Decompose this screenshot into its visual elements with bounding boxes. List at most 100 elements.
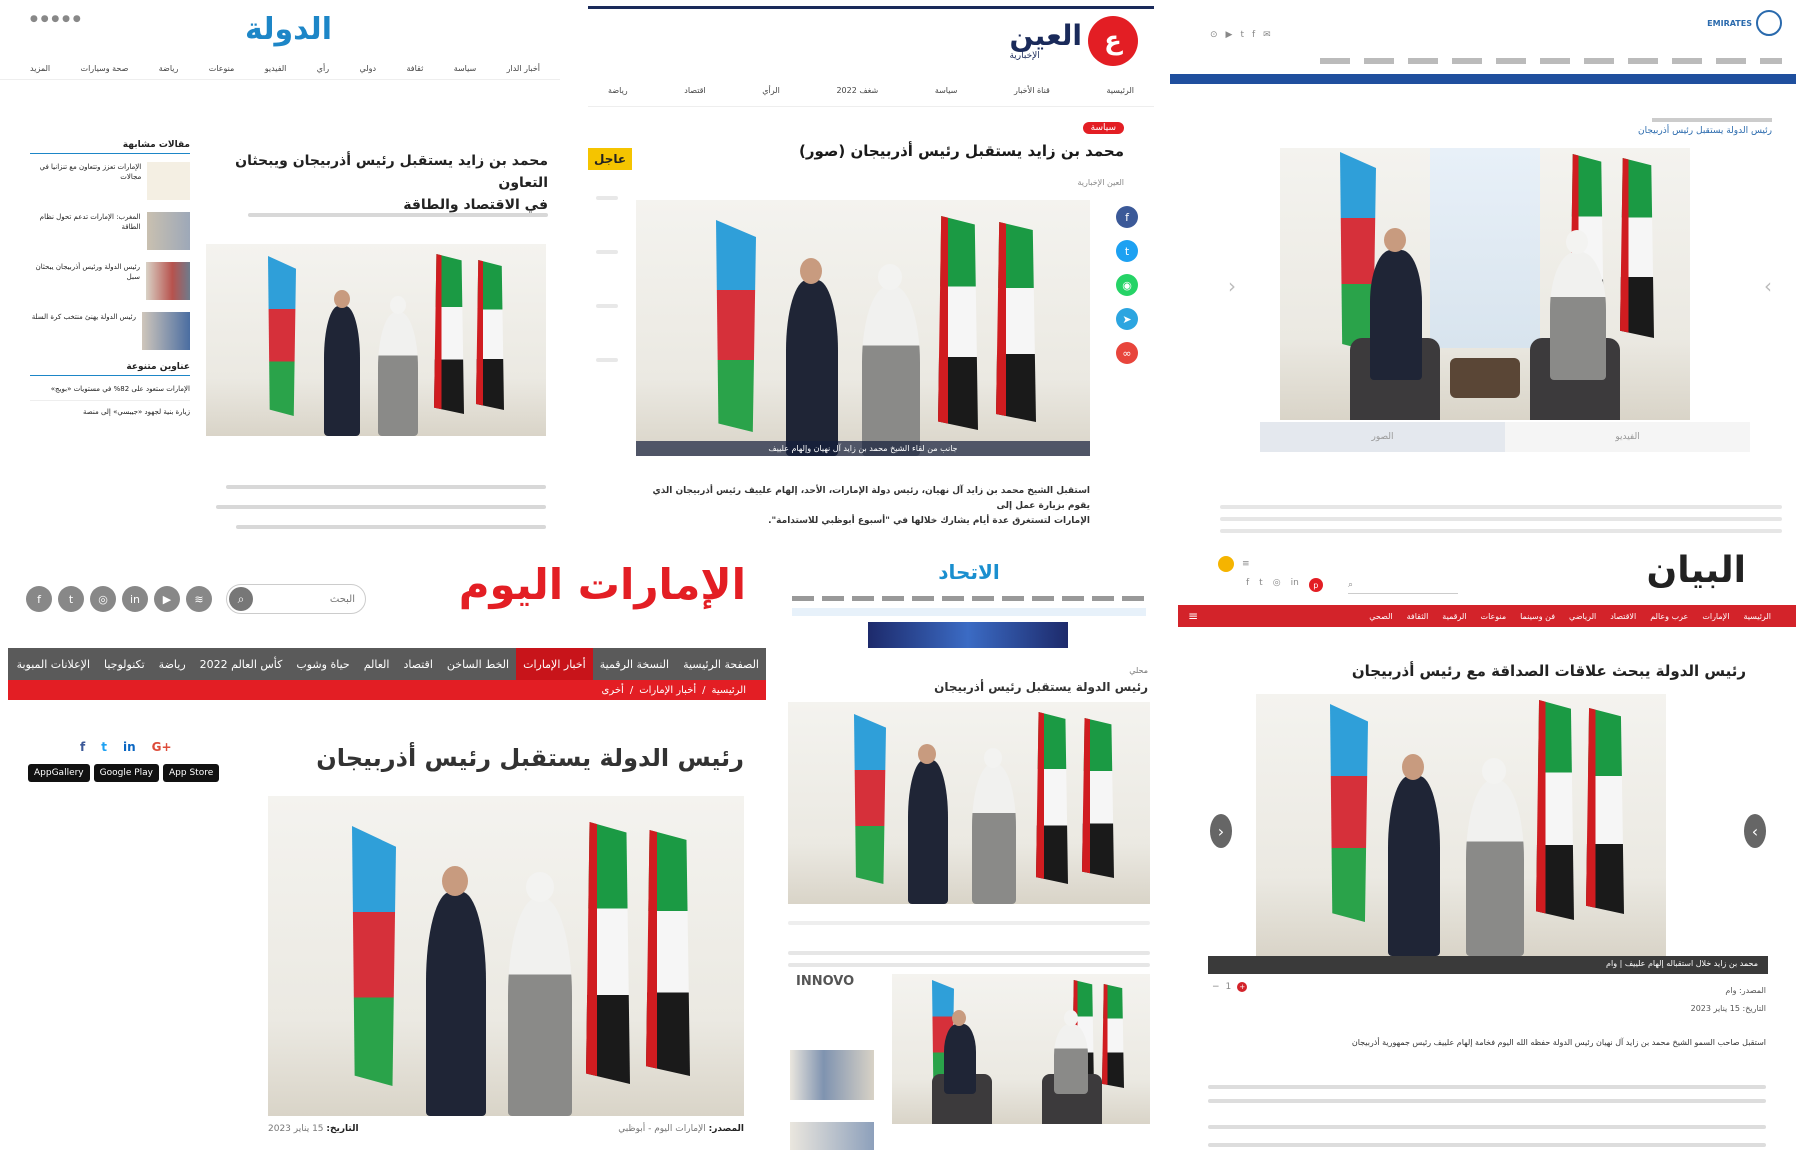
category-badge[interactable]: سياسة (1082, 122, 1124, 134)
site-logo[interactable]: EMIRATES (1707, 10, 1782, 36)
sidebar-item[interactable]: الإمارات تعزز وتتعاون مع تنزانيا في مجال… (30, 162, 190, 200)
nav-item-9[interactable]: الصحي (1362, 612, 1399, 621)
menu-icon[interactable]: ≡ (1242, 559, 1250, 569)
ad-banner[interactable] (868, 622, 1068, 648)
category-label[interactable]: محلي (1129, 666, 1148, 675)
nav-item-3[interactable]: الخط الساخن (440, 648, 516, 680)
nav-item-9[interactable]: تكنولوجيا (97, 648, 152, 680)
twitter-icon[interactable]: t (1116, 240, 1138, 262)
tab-video[interactable]: الفيديو (1505, 422, 1750, 452)
twitter-icon[interactable]: t (101, 740, 107, 754)
side-thumb[interactable] (790, 1122, 874, 1150)
nav-item-1[interactable]: الإمارات (1695, 612, 1736, 621)
rss-icon[interactable]: ≋ (186, 586, 212, 612)
twitter-icon[interactable]: t (1259, 578, 1263, 592)
nav-item-3[interactable]: الاقتصاد (1603, 612, 1643, 621)
linkedin-icon[interactable]: in (123, 740, 136, 754)
search-input[interactable] (255, 585, 355, 613)
font-decrease-icon[interactable]: − (1212, 982, 1220, 992)
nav-item-0[interactable]: الصفحة الرئيسية (676, 648, 766, 680)
breaking-tab[interactable]: عاجل (588, 148, 633, 170)
search-icon[interactable]: ⌕ (229, 587, 253, 611)
nav-item-0[interactable]: أخبار الدار (507, 64, 540, 73)
app-store-button[interactable]: App Store (163, 764, 220, 782)
facebook-icon[interactable]: f (26, 586, 52, 612)
nav-item-6[interactable]: حياة وشوب (289, 648, 356, 680)
youtube-icon[interactable]: ▶ (154, 586, 180, 612)
pinterest-icon[interactable]: p (1308, 578, 1323, 592)
nav-item-7[interactable]: رياضة (159, 64, 179, 73)
link-icon[interactable]: ∞ (1116, 342, 1138, 364)
share-icon[interactable]: ✉ (1263, 30, 1271, 40)
sidebar-item[interactable]: المغرب: الإمارات تدعم تحول نظام الطاقة (30, 212, 190, 250)
nav-item-6[interactable]: رياضة (608, 86, 628, 95)
facebook-icon[interactable]: f (1246, 578, 1249, 592)
twitter-icon[interactable]: t (58, 586, 84, 612)
nav-item-4[interactable]: اقتصاد (396, 648, 439, 680)
nav-item-1[interactable]: سياسة (454, 64, 477, 73)
nav-item-1[interactable]: قناة الأخبار (1014, 86, 1050, 95)
nav-item-7[interactable]: كأس العالم 2022 (193, 648, 290, 680)
nav-item-0[interactable]: الرئيسية (1736, 612, 1778, 621)
nav-item-10[interactable]: الإعلانات المبوبة (10, 648, 97, 680)
nav-item-5[interactable]: العالم (357, 648, 397, 680)
appgallery-button[interactable]: AppGallery (28, 764, 90, 782)
side-thumb[interactable] (790, 1050, 874, 1100)
nav-item-8[interactable]: صحة وسيارات (81, 64, 129, 73)
breadcrumb-item[interactable]: أخبار الإمارات (639, 685, 696, 696)
nav-item-5[interactable]: فن وسينما (1513, 612, 1562, 621)
nav-item-3[interactable]: دولي (360, 64, 377, 73)
nav-item-5[interactable]: الفيديو (265, 64, 287, 73)
search-field[interactable]: ⌕ (1348, 578, 1458, 594)
carousel-prev-icon[interactable]: ‹ (1228, 274, 1236, 298)
sidebar-item[interactable]: رئيس الدولة يهنئ منتخب كرة السلة (30, 312, 190, 350)
sponsor-logo[interactable]: INNOVO (796, 974, 854, 989)
nav-item-0[interactable]: الرئيسية (1106, 86, 1134, 95)
font-reset-icon[interactable]: 1 (1226, 982, 1232, 992)
nav-item-2[interactable]: ثقافة (406, 64, 423, 73)
facebook-icon[interactable]: f (1252, 30, 1255, 40)
nav-item-1[interactable]: النسخة الرقمية (593, 648, 676, 680)
hamburger-icon[interactable]: ≡ (1178, 609, 1198, 623)
search-icon[interactable]: ⌕ (1348, 580, 1353, 590)
google-plus-icon[interactable]: G+ (152, 740, 172, 754)
list-item[interactable]: الإمارات ستعود على 82% في مستويات «بويج» (30, 384, 190, 401)
nav-item-4[interactable]: رأي (317, 64, 329, 73)
nav-item-8[interactable]: رياضة (152, 648, 193, 680)
nav-item-4[interactable]: الرأي (762, 86, 780, 95)
search-box[interactable]: ⌕ (226, 584, 366, 614)
nav-item-9[interactable]: المزيد (30, 64, 50, 73)
carousel-next-icon[interactable]: › (1764, 274, 1772, 298)
nav-item-6[interactable]: منوعات (209, 64, 235, 73)
site-logo[interactable]: الاتحاد (782, 560, 1156, 584)
whatsapp-icon[interactable]: ◉ (1116, 274, 1138, 296)
site-logo[interactable]: البيان (1647, 550, 1747, 591)
facebook-icon[interactable]: f (80, 740, 85, 754)
youtube-icon[interactable]: ▶ (1226, 30, 1233, 40)
tab-photos[interactable]: الصور (1260, 422, 1505, 452)
nav-item-2[interactable]: سياسة (935, 86, 958, 95)
nav-item-5[interactable]: اقتصاد (684, 86, 705, 95)
carousel-prev-icon[interactable]: ‹ (1210, 814, 1232, 848)
site-logo[interactable]: الدولة (245, 12, 332, 47)
google-play-button[interactable]: Google Play (93, 764, 160, 782)
breadcrumb-item[interactable]: أخرى (602, 685, 624, 696)
facebook-icon[interactable]: f (1116, 206, 1138, 228)
breadcrumb-item[interactable]: الرئيسية (712, 685, 746, 696)
nav-item-6[interactable]: منوعات (1474, 612, 1514, 621)
font-increase-icon[interactable]: + (1237, 982, 1248, 992)
site-logo[interactable]: ع العين الإخبارية (1009, 16, 1138, 66)
telegram-icon[interactable]: ➤ (1116, 308, 1138, 330)
nav-item-2[interactable]: أخبار الإمارات (516, 648, 593, 680)
twitter-icon[interactable]: t (1240, 30, 1244, 40)
sidebar-item[interactable]: رئيس الدولة ورئيس أذربيجان يبحثان سبل (30, 262, 190, 300)
instagram-icon[interactable]: ◎ (90, 586, 116, 612)
nav-item-3[interactable]: شغف 2022 (836, 86, 878, 95)
nav-item-4[interactable]: الرياضي (1562, 612, 1603, 621)
list-item[interactable]: زيارة بنية لجهود «جيبسي» إلى منصة (30, 407, 190, 417)
site-logo[interactable]: الإمارات اليوم (459, 560, 746, 609)
nav-item-2[interactable]: عرب وعالم (1643, 612, 1695, 621)
instagram-icon[interactable]: ◎ (1273, 578, 1281, 592)
nav-item-7[interactable]: الرقمية (1435, 612, 1473, 621)
rss-icon[interactable]: ⊙ (1210, 30, 1218, 40)
